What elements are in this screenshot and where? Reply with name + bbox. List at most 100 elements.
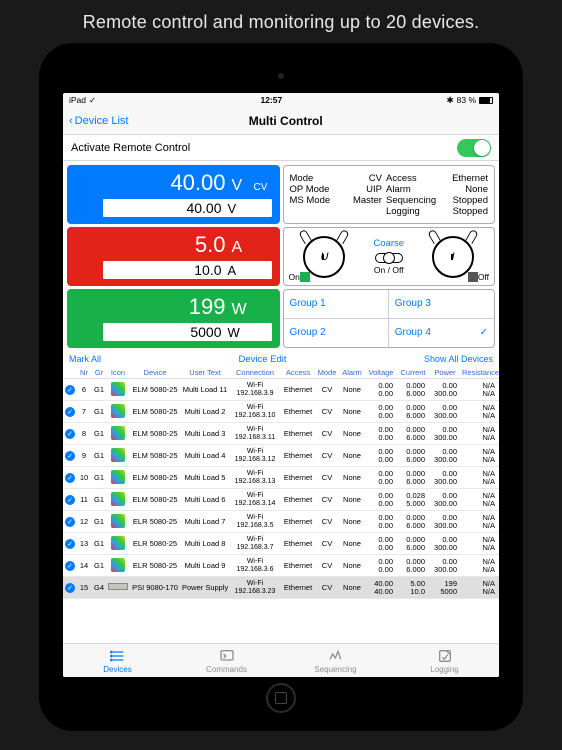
tab-sequencing-label: Sequencing	[314, 665, 356, 674]
col-header[interactable]: Mode	[315, 367, 339, 379]
hero-caption: Remote control and monitoring up to 20 d…	[0, 0, 562, 43]
row-check-icon[interactable]: ✓	[65, 495, 75, 505]
cell-resistance: N/AN/A	[461, 423, 499, 445]
power-tile[interactable]: 199W 5000W	[67, 289, 280, 348]
cell-resistance: N/AN/A	[461, 467, 499, 489]
current-set-input[interactable]: 10.0A	[103, 261, 272, 279]
col-header[interactable]: User Text	[181, 367, 229, 379]
row-check-icon[interactable]: ✓	[65, 517, 75, 527]
group-1-button[interactable]: Group 1	[284, 290, 389, 319]
cell-power: 0.00300.00	[429, 401, 461, 423]
col-header[interactable]: Icon	[107, 367, 129, 379]
log-val: Stopped	[440, 206, 488, 217]
tab-bar: Devices Commands Sequencing Logging	[63, 643, 499, 677]
table-row[interactable]: ✓6G1ELM 5080-25Multi Load 11Wi-Fi192.168…	[63, 379, 499, 401]
cell-mode: CV	[315, 379, 339, 401]
tab-sequencing[interactable]: Sequencing	[281, 644, 390, 677]
col-header[interactable]: Current	[397, 367, 429, 379]
row-check-icon[interactable]: ✓	[65, 473, 75, 483]
row-check-icon[interactable]: ✓	[65, 451, 75, 461]
group-1-label: Group 1	[290, 298, 326, 309]
cell-mode: CV	[315, 467, 339, 489]
table-row[interactable]: ✓12G1ELR 5080-25Multi Load 7Wi-Fi192.168…	[63, 511, 499, 533]
knob-i[interactable]: I	[432, 236, 474, 278]
cell-nr: 10	[77, 467, 91, 489]
mark-all-button[interactable]: Mark All	[69, 354, 101, 365]
cell-device: ELR 5080-25	[129, 511, 181, 533]
table-row[interactable]: ✓14G1ELR 5080-25Multi Load 9Wi-Fi192.168…	[63, 555, 499, 577]
cell-voltage: 0.000.00	[365, 423, 397, 445]
col-header[interactable]: Power	[429, 367, 461, 379]
cell-access: Ethernet	[281, 577, 315, 599]
cell-access: Ethernet	[281, 511, 315, 533]
bluetooth-icon: ✱	[447, 95, 454, 106]
cell-icon	[107, 555, 129, 577]
row-check-icon[interactable]: ✓	[65, 539, 75, 549]
cell-voltage: 0.000.00	[365, 511, 397, 533]
cell-nr: 6	[77, 379, 91, 401]
cell-alarm: None	[339, 555, 365, 577]
row-check-icon[interactable]: ✓	[65, 385, 75, 395]
show-all-button[interactable]: Show All Devices	[424, 354, 493, 365]
voltage-set-unit: V	[228, 201, 244, 216]
cell-usertext: Multi Load 6	[181, 489, 229, 511]
voltage-tag: CV	[254, 182, 272, 193]
cell-voltage: 0.000.00	[365, 533, 397, 555]
device-icon	[111, 426, 125, 440]
col-header[interactable]: Resistance	[461, 367, 499, 379]
table-row[interactable]: ✓9G1ELM 5080-25Multi Load 4Wi-Fi192.168.…	[63, 445, 499, 467]
tab-devices[interactable]: Devices	[63, 644, 172, 677]
voltage-set-input[interactable]: 40.00V	[103, 199, 272, 217]
cell-access: Ethernet	[281, 379, 315, 401]
group-4-button[interactable]: Group 4✓	[389, 319, 494, 348]
cell-gr: G1	[91, 445, 107, 467]
coarse-button[interactable]: Coarse	[373, 238, 404, 249]
row-check-icon[interactable]: ✓	[65, 561, 75, 571]
col-header[interactable]: Alarm	[339, 367, 365, 379]
table-row[interactable]: ✓15G4PSI 9080-170Power SupplyWi-Fi192.16…	[63, 577, 499, 599]
col-header[interactable]: Nr	[77, 367, 91, 379]
voltage-tile[interactable]: 40.00VCV 40.00V	[67, 165, 280, 224]
cell-mode: CV	[315, 401, 339, 423]
cell-voltage: 0.000.00	[365, 467, 397, 489]
group-3-button[interactable]: Group 3	[389, 290, 494, 319]
cell-device: ELR 5080-25	[129, 533, 181, 555]
home-button[interactable]	[266, 683, 296, 713]
current-tile[interactable]: 5.0A 10.0A	[67, 227, 280, 286]
remote-switch[interactable]	[457, 139, 491, 157]
device-icon	[111, 514, 125, 528]
cell-icon	[107, 379, 129, 401]
group-2-button[interactable]: Group 2	[284, 319, 389, 348]
table-row[interactable]: ✓8G1ELM 5080-25Multi Load 3Wi-Fi192.168.…	[63, 423, 499, 445]
row-check-icon[interactable]: ✓	[65, 429, 75, 439]
col-header[interactable]: Gr	[91, 367, 107, 379]
ipad-frame: iPad ✓ 12:57 ✱ 83 % ‹ Device List Multi …	[39, 43, 523, 731]
cell-alarm: None	[339, 445, 365, 467]
cell-gr: G1	[91, 555, 107, 577]
col-header[interactable]: Device	[129, 367, 181, 379]
row-check-icon[interactable]: ✓	[65, 583, 75, 593]
col-header[interactable]: Voltage	[365, 367, 397, 379]
tab-commands[interactable]: Commands	[172, 644, 281, 677]
col-header[interactable]: Access	[281, 367, 315, 379]
cell-usertext: Multi Load 4	[181, 445, 229, 467]
wifi-icon: ✓	[89, 95, 96, 106]
table-row[interactable]: ✓10G1ELM 5080-25Multi Load 5Wi-Fi192.168…	[63, 467, 499, 489]
knob-u[interactable]: U	[303, 236, 345, 278]
cell-alarm: None	[339, 511, 365, 533]
col-header[interactable]: Connection	[229, 367, 281, 379]
table-row[interactable]: ✓11G1ELM 5080-25Multi Load 6Wi-Fi192.168…	[63, 489, 499, 511]
onoff-toggle[interactable]	[375, 253, 403, 263]
tab-logging[interactable]: Logging	[390, 644, 499, 677]
table-row[interactable]: ✓13G1ELR 5080-25Multi Load 8Wi-Fi192.168…	[63, 533, 499, 555]
col-header[interactable]	[63, 367, 77, 379]
battery-pct: 83 %	[457, 95, 476, 105]
power-set-input[interactable]: 5000W	[103, 323, 272, 341]
device-edit-button[interactable]: Device Edit	[101, 354, 424, 365]
cell-alarm: None	[339, 577, 365, 599]
onoff-label: On / Off	[373, 265, 404, 275]
cell-connection: Wi-Fi192.168.3.7	[229, 533, 281, 555]
row-check-icon[interactable]: ✓	[65, 407, 75, 417]
cell-access: Ethernet	[281, 423, 315, 445]
table-row[interactable]: ✓7G1ELM 5080-25Multi Load 2Wi-Fi192.168.…	[63, 401, 499, 423]
